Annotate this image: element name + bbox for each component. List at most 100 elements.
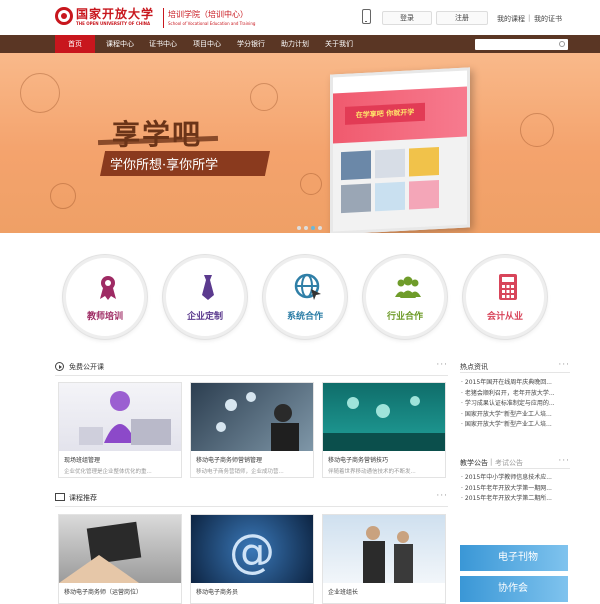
divider (55, 375, 448, 376)
team-figure-image (79, 391, 171, 445)
course-title[interactable]: 移动电子商务师（运营岗位） (64, 587, 142, 596)
course-thumbnail[interactable] (191, 383, 313, 451)
group-icon (395, 276, 421, 298)
nav-project-center[interactable]: 项目中心 (187, 35, 227, 53)
course-card[interactable]: 移动电子商务营销技巧 伴随着世界移动通信技术的不断发... (322, 382, 446, 478)
slide-dot[interactable] (297, 226, 301, 230)
slide-dot[interactable] (304, 226, 308, 230)
service-label: 会计从业 (486, 312, 523, 322)
calculator-icon (499, 274, 517, 300)
news-item[interactable]: 学习成果认证标准制定与应用的... (461, 399, 571, 410)
tablet-hand-image (59, 521, 142, 583)
service-label: 企业定制 (186, 312, 223, 322)
my-certificates-link[interactable]: 我的证书 (534, 14, 562, 24)
service-system-cooperation[interactable]: 系统合作 (263, 255, 347, 339)
more-button[interactable]: ··· (558, 456, 570, 466)
businessmen-image (363, 526, 413, 583)
hot-news-list: 2015年国开在线周年庆典晚回... 老猪会顺利召开，老年开放大学... 学习成… (461, 378, 571, 431)
service-label: 教师培训 (86, 312, 123, 322)
slide-dot-active[interactable] (311, 226, 315, 230)
notice-item[interactable]: 2015年老年开放大学第二期所... (461, 494, 571, 505)
nav-home[interactable]: 首页 (55, 35, 95, 53)
nav-course-center[interactable]: 课程中心 (100, 35, 140, 53)
notice-item[interactable]: 2015年中小学教师信息技术应... (461, 473, 571, 484)
news-item[interactable]: 老猪会顺利召开，老年开放大学... (461, 389, 571, 400)
university-logo-icon[interactable] (55, 7, 73, 25)
ebook-banner[interactable]: 电子刊物 (460, 545, 568, 571)
recommend-header: 课程推荐 ··· (55, 491, 448, 505)
tab-exam-notice[interactable]: 考试公告 (495, 458, 523, 468)
monitor-icon (55, 493, 65, 501)
hot-news-title: 热点资讯 (460, 363, 488, 371)
notice-list: 2015年中小学教师信息技术应... 2015年老年开放大学第一期网... 20… (461, 473, 571, 505)
search-input[interactable] (475, 39, 568, 50)
nav-about[interactable]: 关于我们 (319, 35, 359, 53)
more-button[interactable]: ··· (436, 491, 448, 501)
course-thumbnail[interactable] (59, 515, 181, 583)
course-card[interactable]: 现场班组管理 企业优化管理是企业整体优化的重... (58, 382, 182, 478)
course-title[interactable]: 企业班组长 (328, 587, 358, 596)
header-separator: | (528, 14, 531, 22)
hero-banner[interactable]: 享学吧 学你所想·享你所学 在学享吧 你就开学 (0, 53, 600, 233)
service-label: 行业合作 (386, 312, 423, 322)
course-desc: 企业优化管理是企业整体优化的重... (64, 469, 152, 475)
monitor-tile (341, 150, 371, 181)
course-title[interactable]: 移动电子商务营销技巧 (328, 455, 388, 464)
tab-separator: | (490, 458, 493, 466)
main-nav: 首页 课程中心 证书中心 项目中心 学分银行 助力计划 关于我们 (0, 35, 600, 53)
service-accounting[interactable]: 会计从业 (463, 255, 547, 339)
doodle-decoration (520, 113, 554, 147)
course-title[interactable]: 移动电子商务员 (196, 587, 238, 596)
course-thumbnail[interactable] (323, 383, 445, 451)
mobile-phone-icon[interactable] (362, 9, 371, 24)
monitor-tile (409, 146, 439, 177)
course-desc: 伴随着世界移动通信技术的不断发... (328, 469, 416, 475)
news-item[interactable]: 国家开放大学“新型产业工人培... (461, 420, 571, 431)
nav-credit-bank[interactable]: 学分银行 (231, 35, 271, 53)
nav-support-plan[interactable]: 助力计划 (275, 35, 315, 53)
banner-slogan: 学你所想·享你所学 (110, 158, 219, 173)
business-network-image (216, 392, 299, 451)
course-card[interactable]: 移动电子商务师营销管理 移动电子商务营销师，企业成功营... (190, 382, 314, 478)
course-title[interactable]: 现场班组管理 (64, 455, 100, 464)
nav-cert-center[interactable]: 证书中心 (143, 35, 183, 53)
course-title[interactable]: 移动电子商务师营销管理 (196, 455, 262, 464)
course-card[interactable]: 移动电子商务师（运营岗位） (58, 514, 182, 604)
course-card[interactable]: @ 移动电子商务员 (190, 514, 314, 604)
monitor-tile (375, 148, 405, 179)
news-item[interactable]: 国家开放大学“新型产业工人培... (461, 410, 571, 421)
my-courses-link[interactable]: 我的课程 (497, 14, 525, 24)
search-icon[interactable] (559, 41, 565, 47)
course-card[interactable]: 企业班组长 (322, 514, 446, 604)
slide-dot[interactable] (318, 226, 322, 230)
medal-icon (100, 276, 116, 300)
monitor-tile (341, 183, 371, 214)
service-teacher-training[interactable]: 教师培训 (63, 255, 147, 339)
service-enterprise-custom[interactable]: 企业定制 (163, 255, 247, 339)
course-thumbnail[interactable]: @ (191, 515, 313, 583)
notice-item[interactable]: 2015年老年开放大学第一期网... (461, 484, 571, 495)
more-button[interactable]: ··· (558, 360, 570, 370)
logo-subtitle: THE OPEN UNIVERSITY OF CHINA (76, 21, 151, 26)
partner-banner[interactable]: 协作会 (460, 576, 568, 602)
globe-icon (294, 273, 321, 300)
news-item[interactable]: 2015年国开在线周年庆典晚回... (461, 378, 571, 389)
section-title: 课程推荐 (69, 494, 97, 502)
course-thumbnail[interactable] (59, 383, 181, 451)
free-courses-header: 免费公开课 ··· (55, 360, 448, 374)
register-button[interactable]: 注册 (436, 11, 488, 25)
svg-text:@: @ (229, 524, 275, 578)
service-label: 系统合作 (286, 312, 323, 322)
school-name-en: School of Vocational Education and Train… (168, 21, 256, 26)
logo-title[interactable]: 国家开放大学 (76, 5, 154, 22)
course-desc: 移动电子商务营销师，企业成功营... (196, 469, 284, 475)
doodle-decoration (250, 83, 278, 111)
monitor-tile (409, 179, 439, 210)
service-industry-cooperation[interactable]: 行业合作 (363, 255, 447, 339)
divider (460, 468, 570, 469)
course-thumbnail[interactable] (323, 515, 445, 583)
more-button[interactable]: ··· (436, 360, 448, 370)
tab-teaching-notice[interactable]: 教学公告 (460, 458, 488, 468)
school-name: 培训学院（培训中心） (168, 10, 248, 19)
login-button[interactable]: 登录 (382, 11, 432, 25)
